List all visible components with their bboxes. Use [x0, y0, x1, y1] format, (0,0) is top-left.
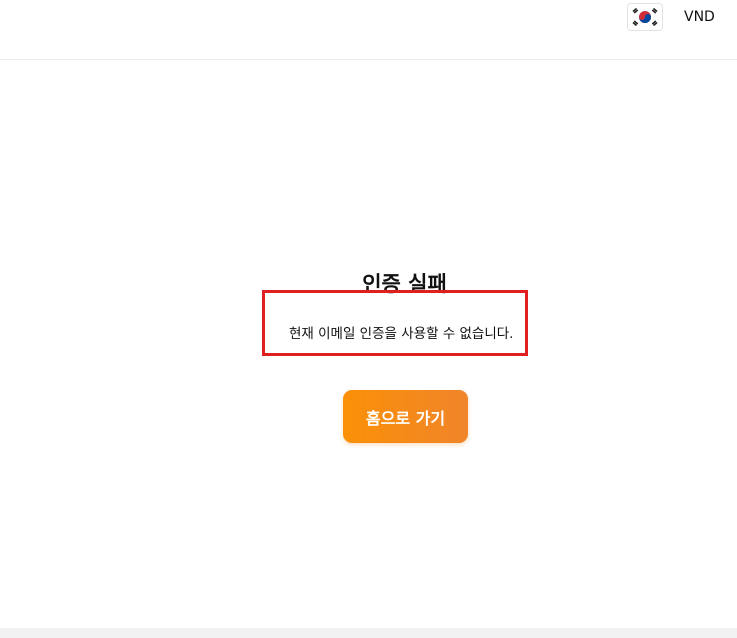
go-home-button[interactable]: 홈으로 가기 — [343, 390, 468, 443]
footer-strip — [0, 628, 737, 638]
currency-selector[interactable]: VND — [684, 9, 715, 25]
language-selector-button[interactable] — [627, 3, 663, 31]
korea-flag-icon — [629, 5, 661, 29]
top-header: VND — [0, 0, 737, 60]
page: VND 인증 실패 현재 이메일 인증을 사용할 수 없습니다. 홈으로 가기 — [0, 0, 737, 638]
highlight-annotation-box — [262, 290, 528, 356]
